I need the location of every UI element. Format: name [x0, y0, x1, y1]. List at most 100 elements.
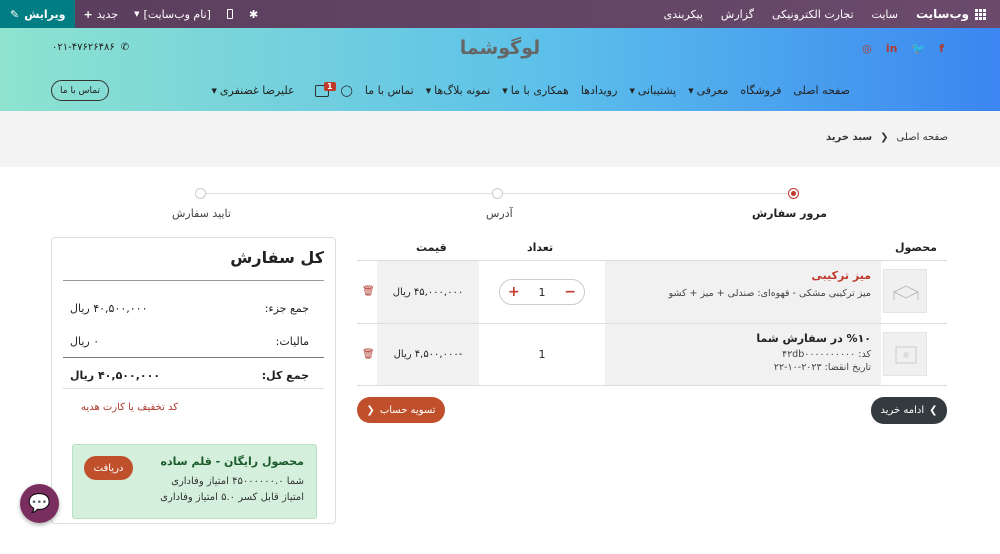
admin-bar: ✎ ویرایش + جدید ▼ [نام وب‌سایت] ✱ وب‌سای… [0, 0, 1000, 28]
website-name: [نام وب‌سایت] [143, 7, 211, 21]
facebook-icon[interactable]: f [939, 42, 944, 55]
phone-number: ۰۲۱-۴۷۶۲۶۴۸۶ [52, 42, 115, 53]
chevron-left-icon: ❮ [366, 404, 375, 416]
claim-reward-button[interactable]: دریافت [84, 456, 133, 480]
product-desc: میز ترکیبی مشکی - قهوه‌ای: صندلی + میز +… [668, 288, 871, 299]
subtotal-value: ۴۰,۵۰۰,۰۰۰ ریال [70, 302, 148, 315]
step-dot-address [492, 188, 503, 199]
row-quantity: + 1 − [479, 261, 605, 323]
nav-label: تماس با ما [364, 84, 414, 97]
menu-site[interactable]: سایت [872, 8, 898, 21]
menu-ecommerce[interactable]: تجارت الکترونیکی [772, 8, 854, 21]
divider [63, 357, 324, 358]
nav-label: پشتیبانی [637, 84, 677, 97]
reward-box: محصول رایگان - قلم ساده شما ۴۵۰۰۰۰۰۰.۰ ا… [72, 444, 317, 519]
continue-label: ادامه خرید [880, 405, 925, 416]
step-label-confirm: تایید سفارش [172, 207, 231, 220]
nav-label: رویدادها [580, 84, 618, 97]
phone-icon: ✆ [120, 42, 130, 53]
nav-blogs[interactable]: نمونه بلاگ‌ها ▼ [420, 84, 497, 97]
menu-configuration[interactable]: پیکربندی [664, 8, 703, 21]
coupon-link[interactable]: کد تخفیف یا کارت هدیه [81, 402, 178, 413]
continue-shopping-button[interactable]: ❯ ادامه خرید [871, 397, 947, 424]
plus-icon: + [83, 7, 93, 21]
caret-down-icon: ▼ [211, 86, 217, 95]
caret-down-icon: ▼ [688, 86, 694, 95]
price-value: -۴,۵۰۰,۰۰۰ ریال [393, 349, 463, 360]
nav-label: صفحه اصلی [793, 84, 850, 97]
breadcrumb-band: صفحه اصلی ❮ سبد خرید [0, 111, 1000, 167]
step-dot-confirm [195, 188, 206, 199]
quantity-value: 1 [538, 348, 546, 361]
nav-events[interactable]: رویدادها [575, 84, 624, 97]
chat-link[interactable]: ◯ [335, 84, 359, 97]
twitter-icon[interactable]: 🐦 [912, 42, 926, 55]
linkedin-icon[interactable]: in [886, 42, 898, 55]
pencil-icon: ✎ [10, 7, 20, 21]
header-product: محصول [894, 241, 937, 254]
phone-link[interactable]: ۰۲۱-۴۷۶۲۶۴۸۶ ✆ [52, 42, 129, 53]
user-menu[interactable]: علیرضا غضنفری ▼ [206, 84, 301, 97]
row-product: میز ترکیبی میز ترکیبی مشکی - قهوه‌ای: صن… [605, 261, 881, 323]
header-price: قیمت [416, 241, 447, 254]
site-header: ۰۲۱-۴۷۶۲۶۴۸۶ ✆ لوگوشما ◎ in 🐦 f تماس با … [0, 28, 1000, 111]
nav-shop[interactable]: فروشگاه [734, 84, 787, 97]
chevron-left-icon: ❮ [880, 132, 889, 143]
edit-label: ویرایش [24, 7, 66, 21]
checkout-label: تسویه حساب [379, 404, 436, 416]
nav-support[interactable]: پشتیبانی ▼ [623, 84, 682, 97]
nav-contact[interactable]: تماس با ما [359, 84, 420, 97]
social-links: ◎ in 🐦 f [862, 42, 944, 55]
instagram-icon[interactable]: ◎ [862, 42, 872, 55]
summary-title: کل سفارش [230, 248, 324, 267]
website-switcher[interactable]: ▼ [نام وب‌سایت] [126, 0, 219, 28]
trash-icon[interactable]: 🗑 [362, 286, 375, 298]
nav-partners[interactable]: همکاری با ما ▼ [496, 84, 575, 97]
tax-row: مالیات: ۰ ریال [70, 335, 309, 348]
nav-label: نمونه بلاگ‌ها [434, 84, 491, 97]
brand-label: وب‌سایت [915, 7, 969, 21]
edit-button[interactable]: ✎ ویرایش [0, 0, 76, 28]
quantity-stepper: + 1 − [499, 279, 585, 305]
new-button[interactable]: + جدید [75, 0, 126, 28]
product-image [883, 332, 927, 376]
live-chat-button[interactable]: 💬 [20, 484, 59, 523]
nav-label: همکاری با ما [510, 84, 569, 97]
caret-down-icon: ▼ [425, 86, 432, 95]
header-quantity: تعداد [527, 241, 554, 254]
checkout-button[interactable]: تسویه حساب ❮ [357, 397, 445, 423]
row-product: %۱۰ در سفارش شما کد: ۴۲db۰۰۰۰۰۰۰۰۰۰ تاری… [605, 324, 881, 385]
total-label: جمع کل: [261, 369, 309, 382]
product-name[interactable]: میز ترکیبی [615, 269, 871, 282]
row-price: ۴۵,۰۰۰,۰۰۰ ریال [377, 261, 479, 323]
caret-down-icon: ▼ [502, 86, 508, 95]
breadcrumb-home[interactable]: صفحه اصلی [897, 132, 948, 143]
nav-label: معرفی [696, 84, 729, 97]
chat-bubble-icon: ◯ [340, 84, 353, 97]
main-nav: صفحه اصلی فروشگاه معرفی ▼ پشتیبانی ▼ رویدا… [206, 81, 856, 97]
plus-button[interactable]: + [508, 284, 520, 300]
trash-icon[interactable]: 🗑 [362, 349, 375, 361]
nav-home[interactable]: صفحه اصلی [787, 84, 856, 97]
nav-about[interactable]: معرفی ▼ [682, 84, 734, 97]
app-brand[interactable]: وب‌سایت [916, 7, 986, 21]
step-dot-review [788, 188, 799, 199]
quantity-input[interactable]: 1 [539, 286, 546, 299]
debug-button[interactable]: ✱ [241, 0, 266, 28]
cart-link[interactable]: 1 [301, 81, 336, 97]
new-label: جدید [96, 7, 119, 21]
divider [63, 388, 324, 389]
minus-button[interactable]: − [564, 284, 576, 300]
menu-reporting[interactable]: گزارش [721, 8, 754, 21]
subtotal-row: جمع جزء: ۴۰,۵۰۰,۰۰۰ ریال [70, 302, 309, 315]
nav-label: فروشگاه [740, 84, 782, 97]
site-logo[interactable]: لوگوشما [448, 34, 552, 62]
chevron-right-icon: ❯ [929, 405, 938, 416]
contact-us-button[interactable]: تماس با ما [51, 80, 109, 101]
total-value: ۴۰,۵۰۰,۰۰۰ ریال [70, 369, 161, 382]
mobile-preview-button[interactable] [219, 0, 241, 28]
claim-label: دریافت [93, 462, 124, 474]
logo-text: لوگوشما [459, 37, 542, 59]
breadcrumb: صفحه اصلی ❮ سبد خرید [826, 132, 948, 143]
mobile-icon [226, 9, 233, 19]
